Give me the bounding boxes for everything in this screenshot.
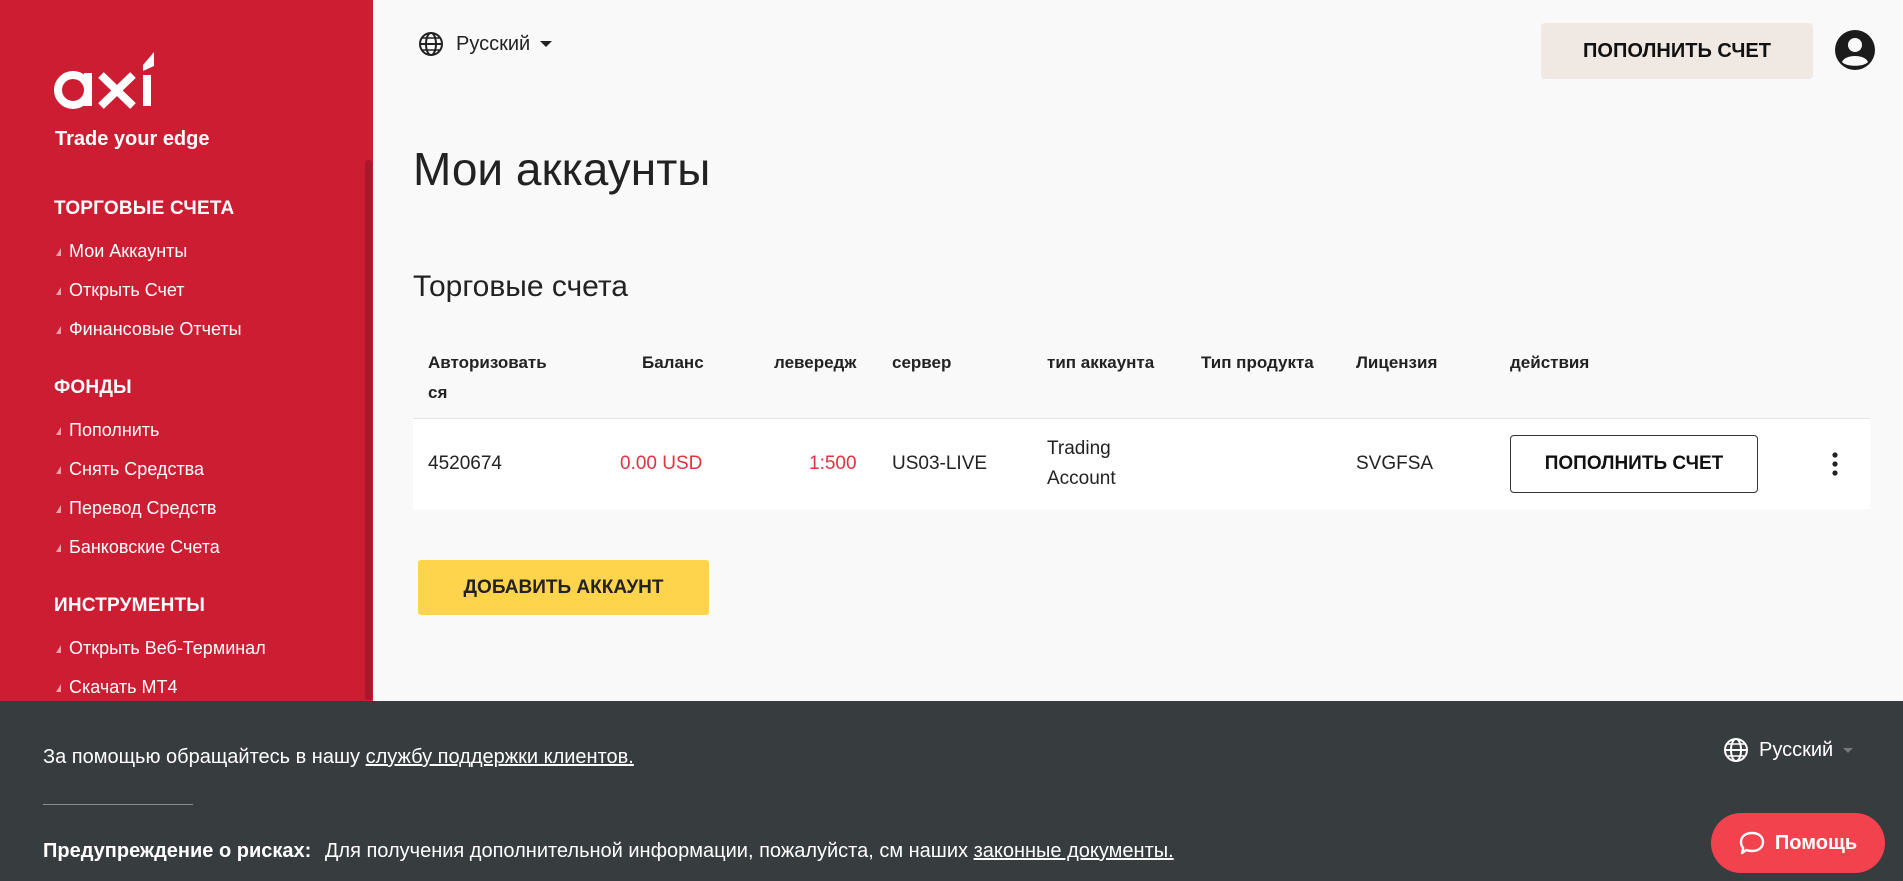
cell-balance: 0.00 USD [620,453,703,474]
sidebar-item-label: Мои Аккаунты [69,241,188,261]
cell-license: SVGFSA [1356,453,1434,474]
column-header-leverage: левередж [774,353,857,372]
footer-language-label: Русский [1759,738,1834,761]
nav-heading: ТОРГОВЫЕ СЧЕТА [54,198,235,219]
sidebar-scrollbar[interactable] [364,0,373,701]
footer-language-selector[interactable]: Русский [1723,737,1854,763]
chevron-down-icon [540,41,553,47]
bullet-icon [56,465,61,474]
globe-icon [1724,738,1748,762]
chat-bubble-icon [1739,831,1765,855]
help-button[interactable]: Помощь [1711,813,1885,873]
sidebar-item-my-accounts[interactable]: Мои Аккаунты [54,232,242,271]
bullet-icon [56,543,61,552]
topup-button-row[interactable]: ПОПОЛНИТЬ СЧЕТ [1510,435,1758,493]
column-header-line: ся [428,383,448,402]
globe-icon [419,32,443,56]
brand-tagline: Trade your edge [55,128,210,150]
risk-warning: Предупреждение о рисках: Для получения д… [43,840,1174,863]
sidebar-item-open-account[interactable]: Открыть Счет [54,271,242,310]
language-selector[interactable]: Русский [418,31,553,57]
column-header-license: Лицензия [1356,353,1438,372]
sidebar-item-label: Перевод Средств [69,498,217,518]
cell-account-type: Trading Account [1047,419,1116,509]
column-header-account-type: тип аккаунта [1047,353,1155,372]
page-title: Мои аккаунты [413,143,711,195]
sidebar-item-web-terminal[interactable]: Открыть Веб-Терминал [54,629,266,668]
sidebar-item-label: Банковские Счета [69,537,220,557]
sidebar-item-deposit[interactable]: Пополнить [54,411,220,450]
topup-button-header[interactable]: ПОПОЛНИТЬ СЧЕТ [1541,23,1813,79]
chevron-down-icon [1843,747,1854,753]
support-text: За помощью обращайтесь в нашу службу под… [43,746,634,769]
user-circle-icon[interactable] [1834,29,1876,71]
column-header-line: Авторизовать [428,353,547,372]
support-prefix: За помощью обращайтесь в нашу [43,746,366,768]
column-header-server: сервер [892,353,952,372]
sidebar-item-label: Открыть Веб-Терминал [69,638,266,658]
sidebar-item-financial-reports[interactable]: Финансовые Отчеты [54,310,242,349]
nav-section-trading-accounts: ТОРГОВЫЕ СЧЕТА Мои Аккаунты Открыть Счет… [54,198,242,349]
footer: За помощью обращайтесь в нашу службу под… [0,701,1903,881]
risk-text: Для получения дополнительной информации,… [324,840,974,862]
table-row: 4520674 0.00 USD 1:500 US03-LIVE Trading… [413,419,1870,509]
bullet-icon [56,286,61,295]
footer-divider [43,804,193,805]
cell-login: 4520674 [428,453,502,474]
column-header-product-type: Тип продукта [1201,353,1314,372]
bullet-icon [56,426,61,435]
cell-leverage: 1:500 [809,453,857,474]
nav-section-tools: ИНСТРУМЕНТЫ Открыть Веб-Терминал Скачать… [54,595,266,701]
more-options-icon[interactable] [1826,449,1844,479]
accounts-table: Авторизовать ся Баланс левередж сервер т… [413,340,1870,509]
column-header-balance: Баланс [642,353,704,372]
sidebar-item-label: Снять Средства [69,459,205,479]
sidebar-item-label: Пополнить [69,420,160,440]
account-type-line: Account [1047,468,1116,489]
sidebar-item-download-mt4[interactable]: Скачать MT4 [54,668,266,701]
bullet-icon [56,247,61,256]
help-label: Помощь [1774,831,1858,854]
cell-server: US03-LIVE [892,453,988,474]
sidebar-item-withdraw[interactable]: Снять Средства [54,450,220,489]
bullet-icon [56,504,61,513]
sidebar-item-bank-accounts[interactable]: Банковские Счета [54,528,220,567]
scrollbar-thumb[interactable] [365,160,372,700]
nav-section-funds: ФОНДЫ Пополнить Снять Средства Перевод С… [54,377,220,567]
bullet-icon [56,683,61,692]
risk-label: Предупреждение о рисках: [43,840,312,862]
add-account-button[interactable]: ДОБАВИТЬ АККАУНТ [418,560,709,615]
nav-heading: ИНСТРУМЕНТЫ [54,595,206,616]
sidebar-item-transfer[interactable]: Перевод Средств [54,489,220,528]
sidebar: Trade your edge ТОРГОВЫЕ СЧЕТА Мои Аккау… [0,0,373,701]
sidebar-item-label: Финансовые Отчеты [69,319,242,339]
support-link[interactable]: службу поддержки клиентов. [366,746,634,768]
section-title: Торговые счета [413,270,628,303]
column-header-login: Авторизовать ся [428,348,547,408]
language-label: Русский [456,32,531,55]
sidebar-item-label: Открыть Счет [69,280,185,300]
column-header-actions: действия [1510,353,1590,372]
account-type-line: Trading [1047,438,1111,459]
bullet-icon [56,644,61,653]
sidebar-item-label: Скачать MT4 [69,677,178,697]
axi-logo [54,52,154,109]
bullet-icon [56,325,61,334]
legal-documents-link[interactable]: законные документы. [974,840,1174,862]
nav-heading: ФОНДЫ [54,377,132,398]
table-header: Авторизовать ся Баланс левередж сервер т… [413,340,1870,419]
